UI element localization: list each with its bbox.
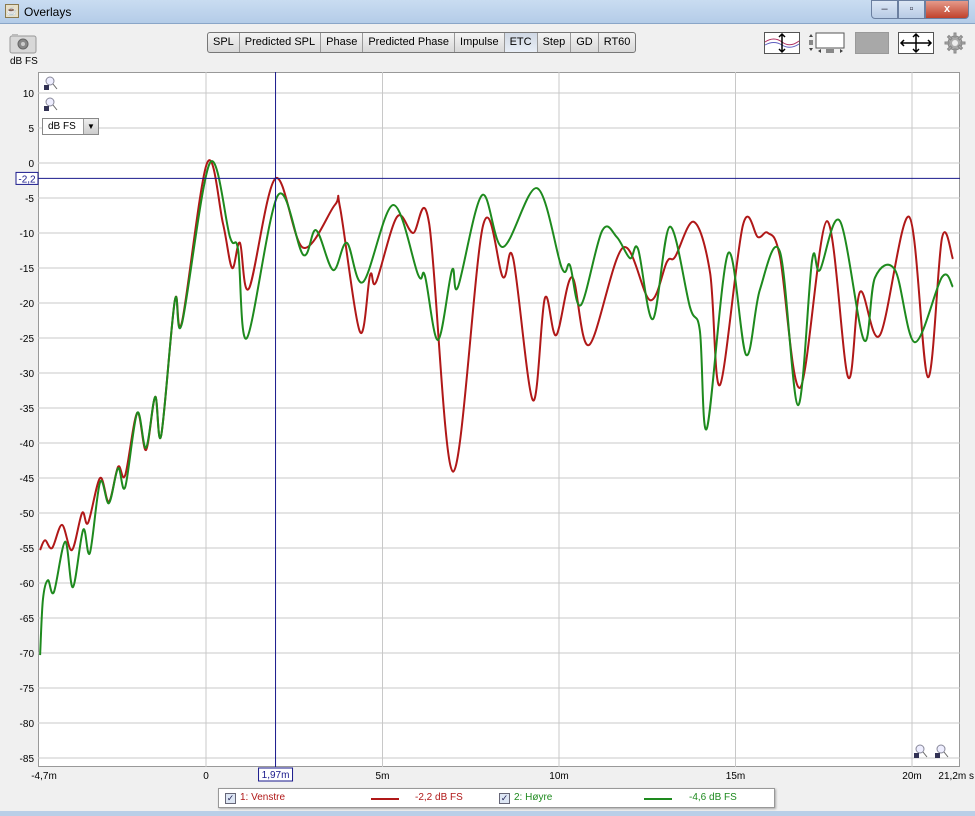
zoom-out-icon[interactable]	[42, 96, 58, 112]
x-tick-label: 15m	[726, 771, 745, 782]
y-tick-label: -55	[20, 544, 35, 555]
y-tick-label: -40	[20, 439, 35, 450]
etc-chart: 10 5 0 -5 -10 -15 -20 -25 -30 -35 -40 -45 -50 -55 -60 -…	[15, 72, 974, 782]
x-tick-label: 20m	[902, 771, 921, 782]
y-tick-label: -20	[20, 299, 35, 310]
series-1-value: -2,2 dB FS	[415, 792, 463, 803]
series-2-checkbox[interactable]: ✓	[499, 793, 510, 804]
series-2-label: 2: Høyre	[514, 792, 553, 803]
y-tick-label: -85	[20, 754, 35, 765]
cursor-x-label: 1,97m	[262, 770, 290, 781]
unit-select-value: dB FS	[48, 121, 76, 132]
series-1-label: 1: Venstre	[240, 792, 286, 803]
legend: ✓ 1: Venstre -2,2 dB FS ✓ 2: Høyre -4,6 …	[218, 788, 775, 808]
x-tick-label: 5m	[376, 771, 390, 782]
y-tick-label: -10	[20, 229, 35, 240]
series-1-checkbox[interactable]: ✓	[225, 793, 236, 804]
y-tick-label: 0	[28, 159, 34, 170]
series-1-swatch	[371, 798, 399, 800]
x-zoom-in-icon[interactable]	[912, 743, 928, 759]
taskbar-strip	[0, 811, 975, 816]
y-tick-label: -50	[20, 509, 35, 520]
zoom-in-icon[interactable]	[42, 75, 58, 91]
series-1-line	[39, 159, 954, 552]
y-tick-label: -65	[20, 614, 35, 625]
y-tick-label: 10	[23, 89, 35, 100]
x-zoom-out-icon[interactable]	[933, 743, 949, 759]
cursor-y-label: -2,2	[18, 174, 36, 185]
y-tick-label: -5	[25, 194, 34, 205]
series-2-swatch	[644, 798, 672, 800]
x-tick-label: -4,7m	[31, 771, 57, 782]
y-tick-label: -25	[20, 334, 35, 345]
y-tick-label: -15	[20, 264, 35, 275]
chevron-down-icon: ▼	[83, 119, 98, 134]
y-tick-label: -30	[20, 369, 35, 380]
x-tick-label: 0	[203, 771, 209, 782]
y-tick-label: -70	[20, 649, 35, 660]
y-tick-label: -35	[20, 404, 35, 415]
series-2-value: -4,6 dB FS	[689, 792, 737, 803]
x-tick-label: 21,2m s	[938, 771, 974, 782]
y-tick-label: -80	[20, 719, 35, 730]
x-tick-label: 10m	[549, 771, 568, 782]
unit-select[interactable]: dB FS ▼	[42, 118, 99, 135]
y-tick-label: -45	[20, 474, 35, 485]
y-tick-label: -75	[20, 684, 35, 695]
y-tick-label: -60	[20, 579, 35, 590]
y-tick-label: 5	[28, 124, 34, 135]
